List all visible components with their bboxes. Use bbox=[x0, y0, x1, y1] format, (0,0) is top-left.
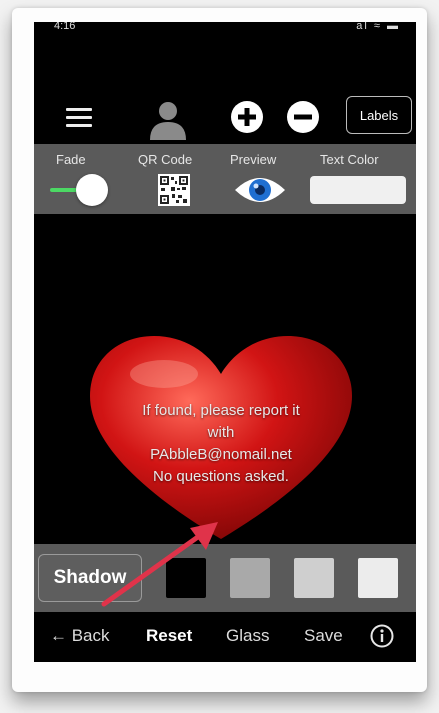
options-bar: Fade QR Code Preview Text Color bbox=[34, 144, 416, 214]
message-text-block: If found, please report it with PAbbleB@… bbox=[90, 400, 352, 488]
message-line: PAbbleB@nomail.net bbox=[150, 446, 292, 463]
phone-screen: 4:16 al ≈ ▬ Labels Fade QR Code Preview … bbox=[34, 22, 416, 662]
info-circle-icon[interactable] bbox=[370, 624, 394, 648]
save-button[interactable]: Save bbox=[304, 626, 343, 646]
red-arrow-annotation bbox=[101, 522, 218, 607]
message-line: with bbox=[207, 424, 235, 441]
fade-label: Fade bbox=[56, 152, 86, 167]
message-line: If found, please report it bbox=[142, 402, 300, 419]
fade-toggle-knob[interactable] bbox=[76, 174, 108, 206]
bottom-bar: ← Back Reset Glass Save bbox=[34, 612, 416, 662]
qr-code-icon[interactable] bbox=[158, 174, 190, 206]
status-bar: 4:16 al ≈ ▬ bbox=[34, 22, 416, 36]
back-button[interactable]: ← Back bbox=[50, 626, 110, 646]
text-color-label: Text Color bbox=[320, 152, 379, 167]
hamburger-menu-icon[interactable] bbox=[62, 102, 96, 132]
status-indicators: al ≈ ▬ bbox=[356, 22, 400, 32]
message-line: No questions asked. bbox=[153, 468, 289, 485]
shadow-color-gray[interactable] bbox=[230, 558, 270, 598]
text-color-swatch[interactable] bbox=[310, 176, 406, 204]
shadow-color-light-gray[interactable] bbox=[294, 558, 334, 598]
qr-code-label: QR Code bbox=[138, 152, 193, 167]
minus-circle-icon[interactable] bbox=[286, 100, 320, 134]
person-icon[interactable] bbox=[147, 98, 189, 140]
preview-label: Preview bbox=[230, 152, 277, 167]
reset-button[interactable]: Reset bbox=[146, 626, 192, 646]
shadow-color-white[interactable] bbox=[358, 558, 398, 598]
plus-circle-icon[interactable] bbox=[230, 100, 264, 134]
glass-button[interactable]: Glass bbox=[226, 626, 269, 646]
labels-button[interactable]: Labels bbox=[346, 96, 412, 134]
status-time: 4:16 bbox=[54, 22, 76, 32]
preview-eye-icon[interactable] bbox=[233, 174, 287, 206]
top-toolbar: Labels bbox=[34, 92, 416, 142]
